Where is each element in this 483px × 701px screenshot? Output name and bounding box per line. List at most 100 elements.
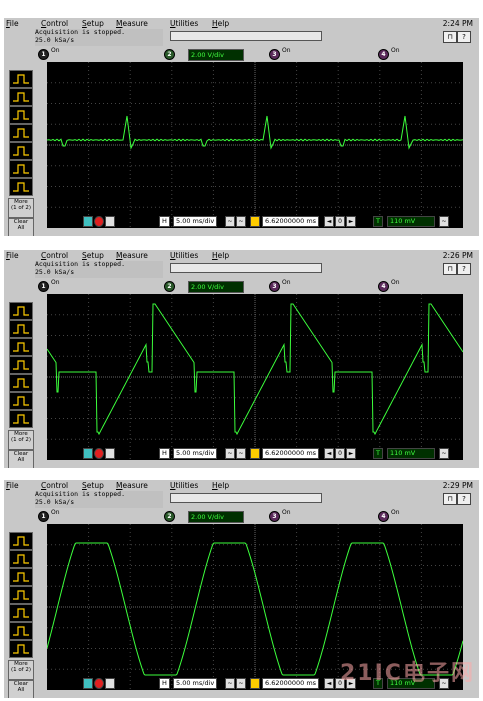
trigger-mode-button-7[interactable]	[9, 178, 33, 196]
trigger-mode-button-5[interactable]	[9, 374, 33, 392]
trigger-stepper[interactable]: ~	[439, 448, 449, 459]
channel-1-icon[interactable]: 1	[38, 281, 49, 292]
clear-all-button[interactable]: Clear All	[8, 218, 34, 236]
delay-value[interactable]: 6.62000000 ms	[262, 448, 320, 459]
delay-value[interactable]: 6.62000000 ms	[262, 678, 320, 689]
channel-2-volts-div[interactable]: 2.00 V/div	[188, 281, 244, 293]
trigger-mode-button-5[interactable]	[9, 142, 33, 160]
channel-3-on[interactable]: On	[282, 47, 291, 54]
trigger-mode-button-1[interactable]	[9, 302, 33, 320]
menu-help[interactable]: Help	[212, 250, 229, 261]
single-button[interactable]	[105, 216, 115, 227]
trigger-mode-button-5[interactable]	[9, 604, 33, 622]
trigger-mode-button-2[interactable]	[9, 88, 33, 106]
trigger-stepper[interactable]: ~	[439, 216, 449, 227]
channel-2-icon[interactable]: 2	[164, 49, 175, 60]
stop-button[interactable]	[94, 216, 104, 227]
trigger-mode-button-1[interactable]	[9, 70, 33, 88]
trigger-mode-button-6[interactable]	[9, 622, 33, 640]
channel-2-icon[interactable]: 2	[164, 511, 175, 522]
delay-zero-button[interactable]: 0	[335, 216, 345, 227]
trigger-mode-button-4[interactable]	[9, 356, 33, 374]
channel-3-icon[interactable]: 3	[269, 511, 280, 522]
trigger-mode-button-7[interactable]	[9, 640, 33, 658]
single-button[interactable]	[105, 678, 115, 689]
channel-4-on[interactable]: On	[391, 509, 400, 516]
display-toggle-button[interactable]: ⊓	[443, 493, 457, 505]
channel-3-icon[interactable]: 3	[269, 281, 280, 292]
channel-4-icon[interactable]: 4	[378, 49, 389, 60]
channel-2-volts-div[interactable]: 2.00 V/div	[188, 49, 244, 61]
timebase-value[interactable]: 5.00 ms/div	[173, 448, 218, 459]
menu-utilities[interactable]: Utilities	[170, 250, 198, 261]
menu-help[interactable]: Help	[212, 18, 229, 29]
more-button[interactable]: More (1 of 2)	[8, 430, 34, 450]
menu-file[interactable]: File	[6, 480, 19, 491]
channel-3-on[interactable]: On	[282, 279, 291, 286]
trigger-mode-button-1[interactable]	[9, 532, 33, 550]
channel-1-icon[interactable]: 1	[38, 49, 49, 60]
delay-value[interactable]: 6.62000000 ms	[262, 216, 320, 227]
timebase-stepper-2[interactable]: ~	[236, 216, 246, 227]
run-button[interactable]	[83, 448, 93, 459]
run-button[interactable]	[83, 216, 93, 227]
menu-file[interactable]: File	[6, 18, 19, 29]
channel-3-on[interactable]: On	[282, 509, 291, 516]
channel-2-volts-div[interactable]: 2.00 V/div	[188, 511, 244, 523]
channel-4-icon[interactable]: 4	[378, 511, 389, 522]
help-question-button[interactable]: ?	[457, 263, 471, 275]
menu-utilities[interactable]: Utilities	[170, 480, 198, 491]
more-button[interactable]: More (1 of 2)	[8, 660, 34, 680]
timebase-stepper-2[interactable]: ~	[236, 448, 246, 459]
timebase-value[interactable]: 5.00 ms/div	[173, 678, 218, 689]
channel-2-icon[interactable]: 2	[164, 281, 175, 292]
trigger-mode-button-6[interactable]	[9, 392, 33, 410]
trigger-mode-button-2[interactable]	[9, 320, 33, 338]
display-toggle-button[interactable]: ⊓	[443, 263, 457, 275]
help-question-button[interactable]: ?	[457, 31, 471, 43]
timebase-stepper-2[interactable]: ~	[236, 678, 246, 689]
channel-1-icon[interactable]: 1	[38, 511, 49, 522]
timebase-stepper[interactable]: ~	[225, 678, 235, 689]
delay-right-button[interactable]: ►	[346, 216, 356, 227]
delay-right-button[interactable]: ►	[346, 448, 356, 459]
more-button[interactable]: More (1 of 2)	[8, 198, 34, 218]
display-toggle-button[interactable]: ⊓	[443, 31, 457, 43]
channel-4-on[interactable]: On	[391, 47, 400, 54]
trigger-mode-button-3[interactable]	[9, 106, 33, 124]
menu-utilities[interactable]: Utilities	[170, 18, 198, 29]
delay-zero-button[interactable]: 0	[335, 448, 345, 459]
menu-file[interactable]: File	[6, 250, 19, 261]
clear-all-button[interactable]: Clear All	[8, 680, 34, 698]
channel-1-on[interactable]: On	[51, 509, 60, 516]
trigger-mode-button-4[interactable]	[9, 586, 33, 604]
waveform-display[interactable]	[47, 62, 463, 228]
trigger-mode-button-3[interactable]	[9, 338, 33, 356]
delay-left-button[interactable]: ◄	[324, 216, 334, 227]
timebase-stepper[interactable]: ~	[225, 216, 235, 227]
single-button[interactable]	[105, 448, 115, 459]
trigger-mode-button-6[interactable]	[9, 160, 33, 178]
stop-button[interactable]	[94, 448, 104, 459]
stop-button[interactable]	[94, 678, 104, 689]
trigger-level[interactable]: 110 mV	[387, 448, 435, 459]
timebase-stepper[interactable]: ~	[225, 448, 235, 459]
trigger-mode-button-3[interactable]	[9, 568, 33, 586]
trigger-mode-button-7[interactable]	[9, 410, 33, 428]
channel-3-icon[interactable]: 3	[269, 49, 280, 60]
delay-left-button[interactable]: ◄	[324, 448, 334, 459]
menu-help[interactable]: Help	[212, 480, 229, 491]
timebase-value[interactable]: 5.00 ms/div	[173, 216, 218, 227]
run-button[interactable]	[83, 678, 93, 689]
help-question-button[interactable]: ?	[457, 493, 471, 505]
trigger-mode-button-2[interactable]	[9, 550, 33, 568]
channel-1-on[interactable]: On	[51, 47, 60, 54]
channel-4-on[interactable]: On	[391, 279, 400, 286]
delay-left-button[interactable]: ◄	[324, 678, 334, 689]
channel-1-on[interactable]: On	[51, 279, 60, 286]
trigger-mode-button-4[interactable]	[9, 124, 33, 142]
trigger-level[interactable]: 110 mV	[387, 216, 435, 227]
clear-all-button[interactable]: Clear All	[8, 450, 34, 468]
channel-4-icon[interactable]: 4	[378, 281, 389, 292]
waveform-display[interactable]	[47, 294, 463, 460]
